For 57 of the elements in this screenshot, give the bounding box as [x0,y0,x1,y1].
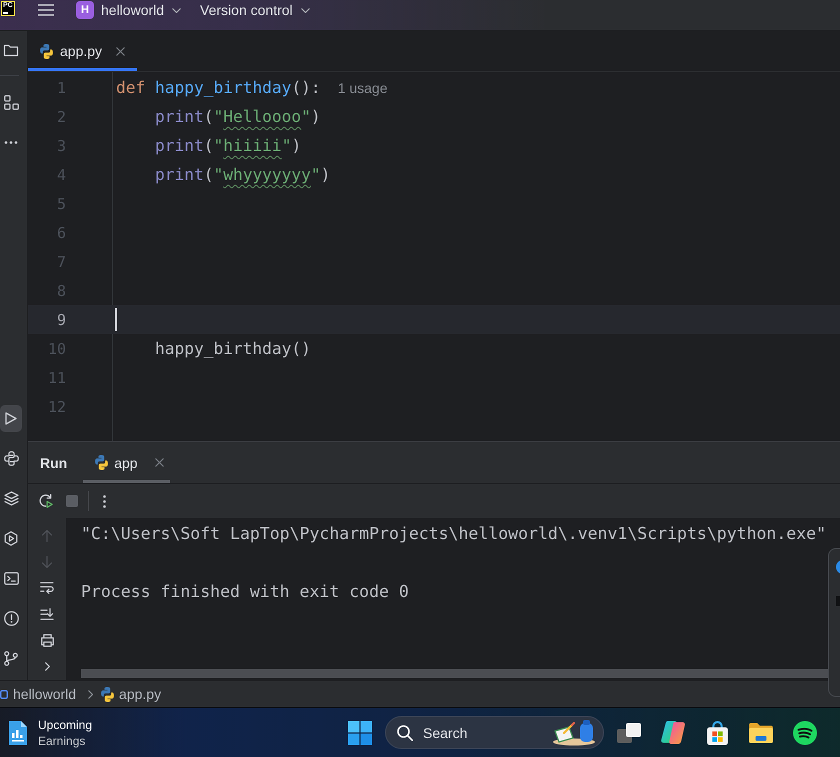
play-icon [5,412,17,425]
scroll-to-end-icon[interactable] [40,608,54,620]
console-output-line: Process finished with exit code 0 [81,581,409,603]
run-tab[interactable]: app [83,442,170,483]
python-icon [101,686,114,702]
code-line: print("hiiiii") [154,136,302,155]
breadcrumb-item[interactable]: helloworld [0,686,76,702]
chevron-down-icon [172,8,182,12]
circle-arcs-icon[interactable] [793,720,817,744]
text-cursor [115,308,117,331]
code-line: happy_birthday() [154,339,311,358]
vcs-menu[interactable]: Version control [200,0,310,20]
chart-document-icon [8,720,28,746]
python-icon [95,455,108,470]
console-output-line: "C:\Users\Soft LapTop\PycharmProjects\helloworld\.venv1\Scripts\python.exe" [81,523,826,545]
twin-ribbons-icon[interactable] [661,721,685,744]
overlapping-squares-icon[interactable] [617,722,641,742]
breadcrumb-item[interactable]: app.py [101,686,162,702]
project-badge: H [76,1,94,19]
tool-window-button[interactable] [0,405,22,432]
git-branch-icon [4,651,18,666]
widget-button[interactable]: Upcoming Earnings [8,716,92,748]
structure-icon [4,94,18,110]
menu-icon[interactable] [38,4,54,16]
folder-icon [3,44,19,56]
module-icon [0,690,8,698]
python-console-icon [4,451,18,466]
code-line: print("Helloooo") [154,107,321,126]
chevron-right-icon[interactable] [44,662,50,670]
layers-icon [4,491,18,506]
printer-icon[interactable] [40,634,54,646]
close-icon[interactable] [116,46,126,56]
more-icon [4,140,18,144]
school-supplies-icon [552,719,598,746]
rerun-icon[interactable] [39,494,53,508]
tool-window-title: Run [39,454,68,470]
folder-icon[interactable] [749,722,773,742]
line-number: 9 [56,310,66,328]
exclamation-circle-icon [4,611,18,626]
services-icon [4,531,18,546]
usages-hint[interactable]: 1 usage [338,80,388,96]
search-input[interactable]: Search [423,724,546,742]
project-selector[interactable]: H helloworld [76,0,182,20]
shopping-bag-icon[interactable] [706,720,728,744]
soft-wrap-icon[interactable] [40,582,54,594]
search-bar[interactable]: Search [385,716,604,749]
code-line: print("whyyyyyyy") [154,165,330,184]
close-icon[interactable] [154,458,164,467]
round-icon [836,560,840,574]
chevron-down-icon [300,8,310,12]
more-vertical-icon[interactable] [103,494,106,508]
terminal-icon [4,572,18,585]
start-icon[interactable] [348,720,372,744]
search-icon [397,724,413,740]
python-icon [40,44,53,58]
chevron-right-icon [88,690,94,698]
code-line: def happy_birthday(): [116,78,321,97]
